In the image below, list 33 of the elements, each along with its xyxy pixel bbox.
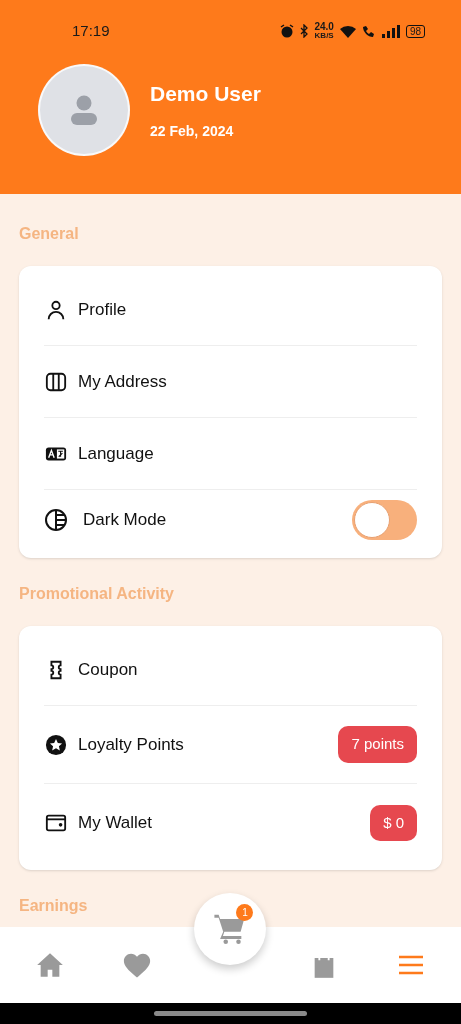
toggle-switch[interactable]	[352, 500, 417, 540]
signal-icon	[381, 24, 400, 38]
menu-item-label[interactable]: Dark Mode	[78, 507, 352, 533]
menu-item-label[interactable]: Language	[78, 440, 417, 467]
wifi-icon	[339, 24, 356, 38]
bluetooth-icon	[300, 24, 309, 38]
menu-item-label[interactable]: My Wallet	[78, 810, 371, 836]
menu-item-label[interactable]: Profile	[78, 296, 417, 323]
phone-icon	[361, 24, 376, 38]
section-heading: General	[19, 224, 79, 244]
status-time: 17:19	[72, 20, 110, 41]
menu-item-label[interactable]: Loyalty Points	[78, 731, 339, 758]
battery-indicator: 98	[405, 24, 425, 38]
person-icon	[70, 95, 98, 125]
cart-count-badge: 1	[236, 904, 254, 921]
heart-icon	[122, 951, 153, 979]
wallet-icon	[45, 812, 67, 834]
section-heading: Earnings	[19, 896, 88, 916]
menu-icon	[398, 955, 425, 975]
alarm-icon	[280, 24, 295, 38]
person-icon	[45, 298, 67, 321]
count-badge: 7 points	[338, 726, 417, 763]
menu-item-label[interactable]: Coupon	[78, 656, 417, 683]
count-badge: $ 0	[370, 804, 417, 842]
join-date: 22 Feb, 2024	[150, 122, 235, 142]
menu-item-label[interactable]: My Address	[78, 368, 417, 395]
map-icon	[45, 370, 67, 393]
network-speed: 24.0	[314, 22, 334, 32]
speed-unit: KB/S	[314, 32, 334, 40]
home-icon	[35, 952, 64, 978]
contrast-icon	[44, 508, 68, 532]
section-heading: Promotional Activity	[19, 584, 174, 604]
user-name: Demo User	[150, 80, 261, 107]
